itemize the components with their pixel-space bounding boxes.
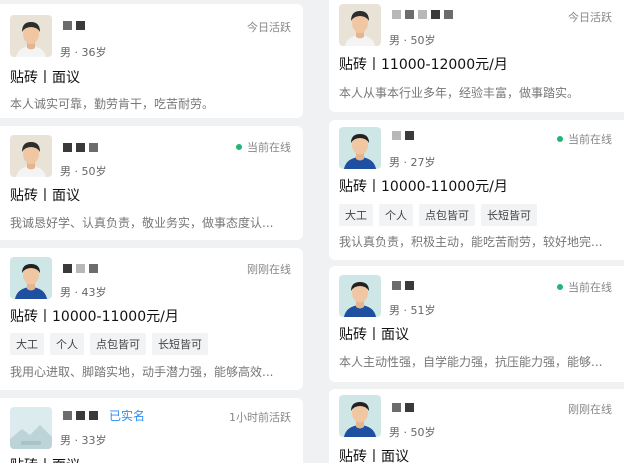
masked-name (392, 402, 414, 413)
gender-age: 男 · 27岁 (389, 156, 436, 169)
intro-text: 本人从事本行业多年，经验丰富，做事踏实。 (339, 86, 580, 100)
masked-name (63, 263, 98, 274)
masked-name (63, 20, 85, 31)
worker-list-left: 今日活跃 男 · 36岁 贴砖丨面议 本人诚实可靠，勤劳肯干，吃苦耐劳。 当前在… (0, 0, 303, 463)
job-title: 贴砖丨10000-11000元/月 (339, 179, 508, 195)
online-dot-icon (236, 144, 242, 150)
avatar-man-blue-icon (10, 257, 52, 299)
tag-list: 大工 个人 点包皆可 长短皆可 (339, 204, 537, 226)
tag-list: 大工 个人 点包皆可 长短皆可 (10, 333, 208, 355)
avatar-man-icon (10, 135, 52, 177)
avatar-man-blue-icon (339, 395, 381, 437)
tag: 大工 (10, 333, 44, 355)
activity-status: 刚刚在线 (247, 263, 291, 276)
job-title: 贴砖丨面议 (10, 455, 80, 463)
worker-card[interactable]: 今日活跃 男 · 50岁 贴砖丨11000-12000元/月 本人从事本行业多年… (329, 0, 624, 112)
activity-status: 今日活跃 (568, 11, 612, 24)
masked-name (392, 9, 453, 20)
worker-card[interactable]: 刚刚在线 男 · 50岁 贴砖丨面议 (329, 389, 624, 463)
worker-card[interactable]: 当前在线 男 · 27岁 贴砖丨10000-11000元/月 大工 个人 点包皆… (329, 120, 624, 260)
masked-name (392, 280, 414, 291)
job-title: 贴砖丨面议 (339, 327, 409, 343)
intro-text: 我用心进取、脚踏实地，动手潜力强，能够高效... (10, 365, 274, 379)
tag: 个人 (379, 204, 413, 226)
gender-age: 男 · 43岁 (60, 286, 107, 299)
intro-text: 本人诚实可靠，勤劳肯干，吃苦耐劳。 (10, 97, 215, 111)
tag: 点包皆可 (419, 204, 475, 226)
worker-card[interactable]: 今日活跃 男 · 36岁 贴砖丨面议 本人诚实可靠，勤劳肯干，吃苦耐劳。 (0, 4, 303, 118)
gender-age: 男 · 33岁 (60, 434, 107, 447)
job-title: 贴砖丨面议 (339, 449, 409, 463)
activity-status: 1小时前活跃 (229, 411, 291, 424)
activity-status: 当前在线 (557, 131, 612, 147)
intro-text: 本人主动性强，自学能力强，抗压能力强，能够... (339, 355, 603, 369)
worker-list-right: 今日活跃 男 · 50岁 贴砖丨11000-12000元/月 本人从事本行业多年… (329, 0, 624, 463)
gender-age: 男 · 50岁 (389, 34, 436, 47)
verified-badge: 已实名 (109, 409, 146, 423)
avatar-man-blue-icon (339, 127, 381, 169)
tag: 个人 (50, 333, 84, 355)
job-title: 贴砖丨11000-12000元/月 (339, 57, 508, 73)
intro-text: 我认真负责，积极主动，能吃苦耐劳，较好地完... (339, 235, 603, 249)
masked-name (392, 130, 414, 141)
gender-age: 男 · 51岁 (389, 304, 436, 317)
job-title: 贴砖丨面议 (10, 70, 80, 86)
worker-card[interactable]: 刚刚在线 男 · 43岁 贴砖丨10000-11000元/月 大工 个人 点包皆… (0, 248, 303, 390)
activity-status: 当前在线 (557, 279, 612, 295)
masked-name (63, 410, 98, 421)
worker-card[interactable]: 已实名 1小时前活跃 男 · 33岁 贴砖丨面议 (0, 398, 303, 463)
job-title: 贴砖丨10000-11000元/月 (10, 309, 179, 325)
activity-status: 刚刚在线 (568, 403, 612, 416)
gender-age: 男 · 36岁 (60, 46, 107, 59)
masked-name (63, 142, 98, 153)
avatar-placeholder-icon (10, 407, 52, 449)
online-dot-icon (557, 136, 563, 142)
job-title: 贴砖丨面议 (10, 188, 80, 204)
tag: 长短皆可 (152, 333, 208, 355)
avatar-man-blue-icon (339, 275, 381, 317)
tag: 点包皆可 (90, 333, 146, 355)
tag: 大工 (339, 204, 373, 226)
gender-age: 男 · 50岁 (60, 165, 107, 178)
worker-card[interactable]: 当前在线 男 · 50岁 贴砖丨面议 我诚恳好学、认真负责，敬业务实，做事态度认… (0, 126, 303, 240)
avatar-man-icon (10, 15, 52, 57)
intro-text: 我诚恳好学、认真负责，敬业务实，做事态度认... (10, 216, 274, 230)
activity-status: 今日活跃 (247, 21, 291, 34)
worker-card[interactable]: 当前在线 男 · 51岁 贴砖丨面议 本人主动性强，自学能力强，抗压能力强，能够… (329, 266, 624, 382)
online-dot-icon (557, 284, 563, 290)
gender-age: 男 · 50岁 (389, 426, 436, 439)
tag: 长短皆可 (481, 204, 537, 226)
avatar-man-icon (339, 4, 381, 46)
activity-status: 当前在线 (236, 139, 291, 155)
